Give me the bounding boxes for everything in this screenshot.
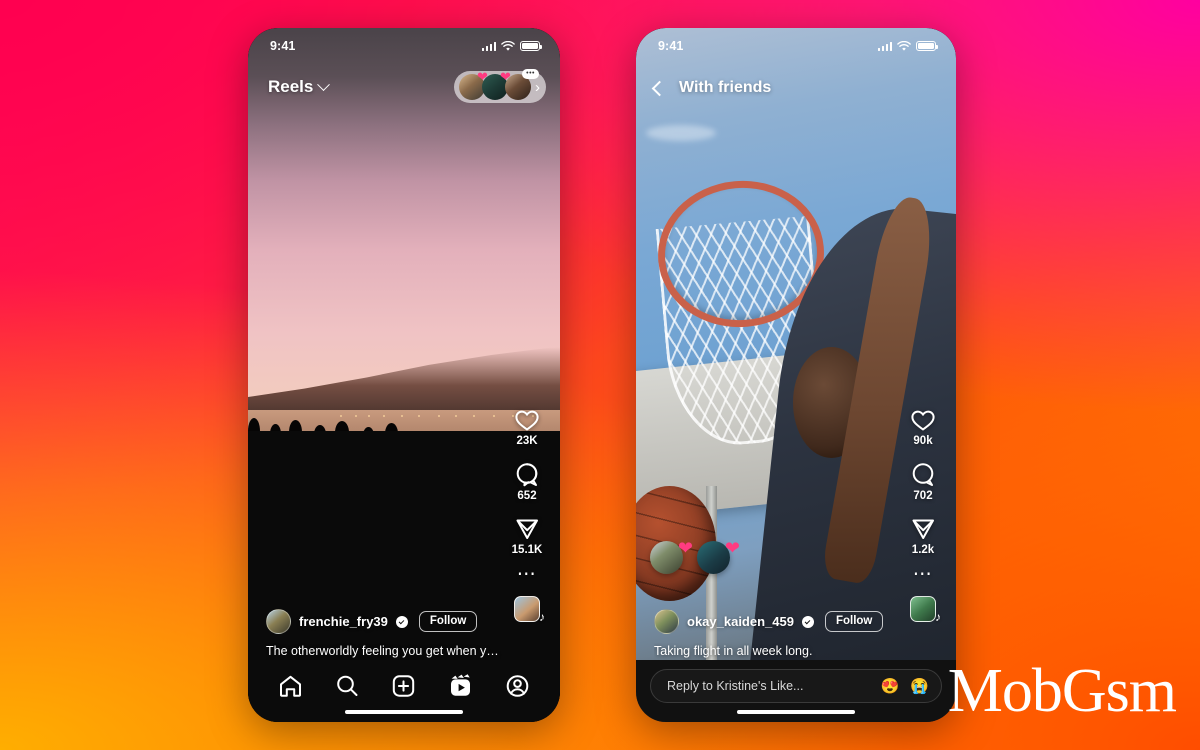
share-icon bbox=[516, 519, 538, 539]
heart-eyes-emoji[interactable]: 😍 bbox=[881, 677, 900, 695]
comment-icon bbox=[912, 463, 933, 486]
status-time: 9:41 bbox=[658, 39, 684, 53]
wifi-icon bbox=[501, 40, 515, 51]
more-dots-icon[interactable]: ⋯ bbox=[913, 565, 934, 584]
home-icon bbox=[279, 675, 301, 697]
follow-button[interactable]: Follow bbox=[418, 610, 478, 633]
user-row: frenchie_fry39 Follow bbox=[266, 609, 504, 635]
share-count: 1.2k bbox=[911, 544, 935, 556]
follow-button[interactable]: Follow bbox=[824, 610, 884, 633]
battery-icon bbox=[520, 41, 543, 51]
action-rail-right: 90k 702 1.2k ⋯ ♪ bbox=[900, 408, 946, 624]
signal-bars-icon bbox=[481, 41, 496, 51]
page-title: Reels bbox=[268, 77, 314, 96]
search-icon bbox=[336, 675, 358, 696]
reels-header: Reels ❤ ❤ ••• › bbox=[248, 64, 560, 110]
heart-emoji-icon: ❤ bbox=[677, 538, 693, 558]
tab-create[interactable] bbox=[391, 674, 416, 698]
tab-search[interactable] bbox=[335, 674, 360, 698]
username[interactable]: frenchie_fry39 bbox=[299, 614, 388, 629]
reply-input[interactable]: Reply to Kristine's Like... 😍 😭 bbox=[650, 669, 942, 703]
reply-placeholder: Reply to Kristine's Like... bbox=[667, 679, 804, 693]
tab-home[interactable] bbox=[278, 674, 303, 698]
home-indicator bbox=[345, 710, 463, 714]
create-icon bbox=[393, 675, 415, 697]
caption-text[interactable]: The otherworldly feeling you get when yo… bbox=[266, 643, 504, 660]
crying-laugh-emoji[interactable]: 😭 bbox=[910, 677, 929, 695]
share-count: 15.1K bbox=[511, 544, 543, 556]
share-button[interactable]: 1.2k bbox=[911, 517, 936, 556]
comment-button[interactable]: 702 bbox=[911, 462, 936, 502]
like-count: 90k bbox=[913, 435, 933, 447]
post-info-right: okay_kaiden_459 Follow Taking flight in … bbox=[636, 609, 956, 660]
heart-emoji-icon: ❤ bbox=[724, 538, 740, 558]
status-indicators bbox=[481, 40, 543, 52]
message-dots-icon: ••• bbox=[522, 69, 539, 79]
avatar[interactable] bbox=[654, 609, 679, 635]
user-row: okay_kaiden_459 Follow bbox=[654, 609, 900, 635]
status-time: 9:41 bbox=[270, 39, 296, 53]
comment-count: 702 bbox=[913, 490, 933, 502]
quick-emoji-group: 😍 😭 bbox=[881, 677, 929, 695]
reaction-avatar-2[interactable]: ❤ bbox=[697, 538, 740, 574]
back-arrow-icon[interactable] bbox=[651, 80, 668, 96]
cloud bbox=[645, 125, 716, 142]
action-rail-left: 23K 652 15.1K ⋯ ♪ bbox=[504, 408, 550, 624]
avatar[interactable] bbox=[266, 609, 291, 635]
share-icon bbox=[912, 519, 934, 539]
story-reactions-pill[interactable]: ❤ ❤ ••• › bbox=[454, 69, 546, 103]
like-button[interactable]: 90k bbox=[910, 408, 936, 447]
verified-badge-icon bbox=[801, 615, 814, 628]
like-button[interactable]: 23K bbox=[514, 408, 540, 447]
profile-icon bbox=[506, 675, 529, 697]
status-bar-right: 9:41 bbox=[636, 28, 956, 64]
wifi-icon bbox=[897, 40, 911, 51]
reels-icon bbox=[451, 674, 471, 696]
page-title: With friends bbox=[679, 79, 772, 96]
story-avatar-3[interactable]: ••• bbox=[505, 69, 539, 100]
chevron-right-icon[interactable]: › bbox=[535, 79, 540, 96]
reaction-avatar-1[interactable]: ❤ bbox=[650, 538, 693, 574]
home-indicator bbox=[737, 710, 855, 714]
share-button[interactable]: 15.1K bbox=[511, 517, 543, 556]
friend-reactions: ❤ ❤ bbox=[650, 538, 740, 574]
tab-reels[interactable] bbox=[448, 674, 473, 698]
chevron-down-icon[interactable] bbox=[317, 77, 331, 91]
heart-icon bbox=[911, 410, 935, 431]
status-bar-left: 9:41 bbox=[248, 28, 560, 64]
screenshot-stage: 9:41 Reels ❤ ❤ ••• › 23K 652 15.1K ⋯ ♪ f… bbox=[0, 0, 1200, 750]
status-indicators bbox=[877, 40, 939, 52]
reels-title-group[interactable]: Reels bbox=[268, 77, 331, 97]
more-dots-icon[interactable]: ⋯ bbox=[517, 565, 538, 584]
comment-icon bbox=[516, 463, 537, 487]
like-count: 23K bbox=[516, 435, 538, 447]
verified-badge-icon bbox=[395, 615, 408, 628]
hill-silhouette bbox=[248, 346, 560, 417]
comment-count: 652 bbox=[517, 490, 537, 502]
watermark: MobGsm bbox=[947, 657, 1177, 725]
post-info-left: frenchie_fry39 Follow The otherworldly f… bbox=[248, 609, 560, 660]
tab-profile[interactable] bbox=[505, 674, 530, 698]
phone-left: 9:41 Reels ❤ ❤ ••• › 23K 652 15.1K ⋯ ♪ f… bbox=[248, 28, 560, 722]
with-friends-header: With friends bbox=[636, 64, 956, 112]
caption-text[interactable]: Taking flight in all week long. bbox=[654, 643, 900, 660]
phone-right: 9:41 With friends 90k 702 1.2k ⋯ ♪ ❤ ❤ o… bbox=[636, 28, 956, 722]
comment-button[interactable]: 652 bbox=[515, 462, 540, 502]
heart-icon bbox=[515, 410, 539, 431]
phone-right-screen: 9:41 With friends 90k 702 1.2k ⋯ ♪ ❤ ❤ o… bbox=[636, 28, 956, 722]
signal-bars-icon bbox=[877, 41, 892, 51]
username[interactable]: okay_kaiden_459 bbox=[687, 614, 794, 629]
phone-left-screen: 9:41 Reels ❤ ❤ ••• › 23K 652 15.1K ⋯ ♪ f… bbox=[248, 28, 560, 722]
battery-icon bbox=[916, 41, 939, 51]
